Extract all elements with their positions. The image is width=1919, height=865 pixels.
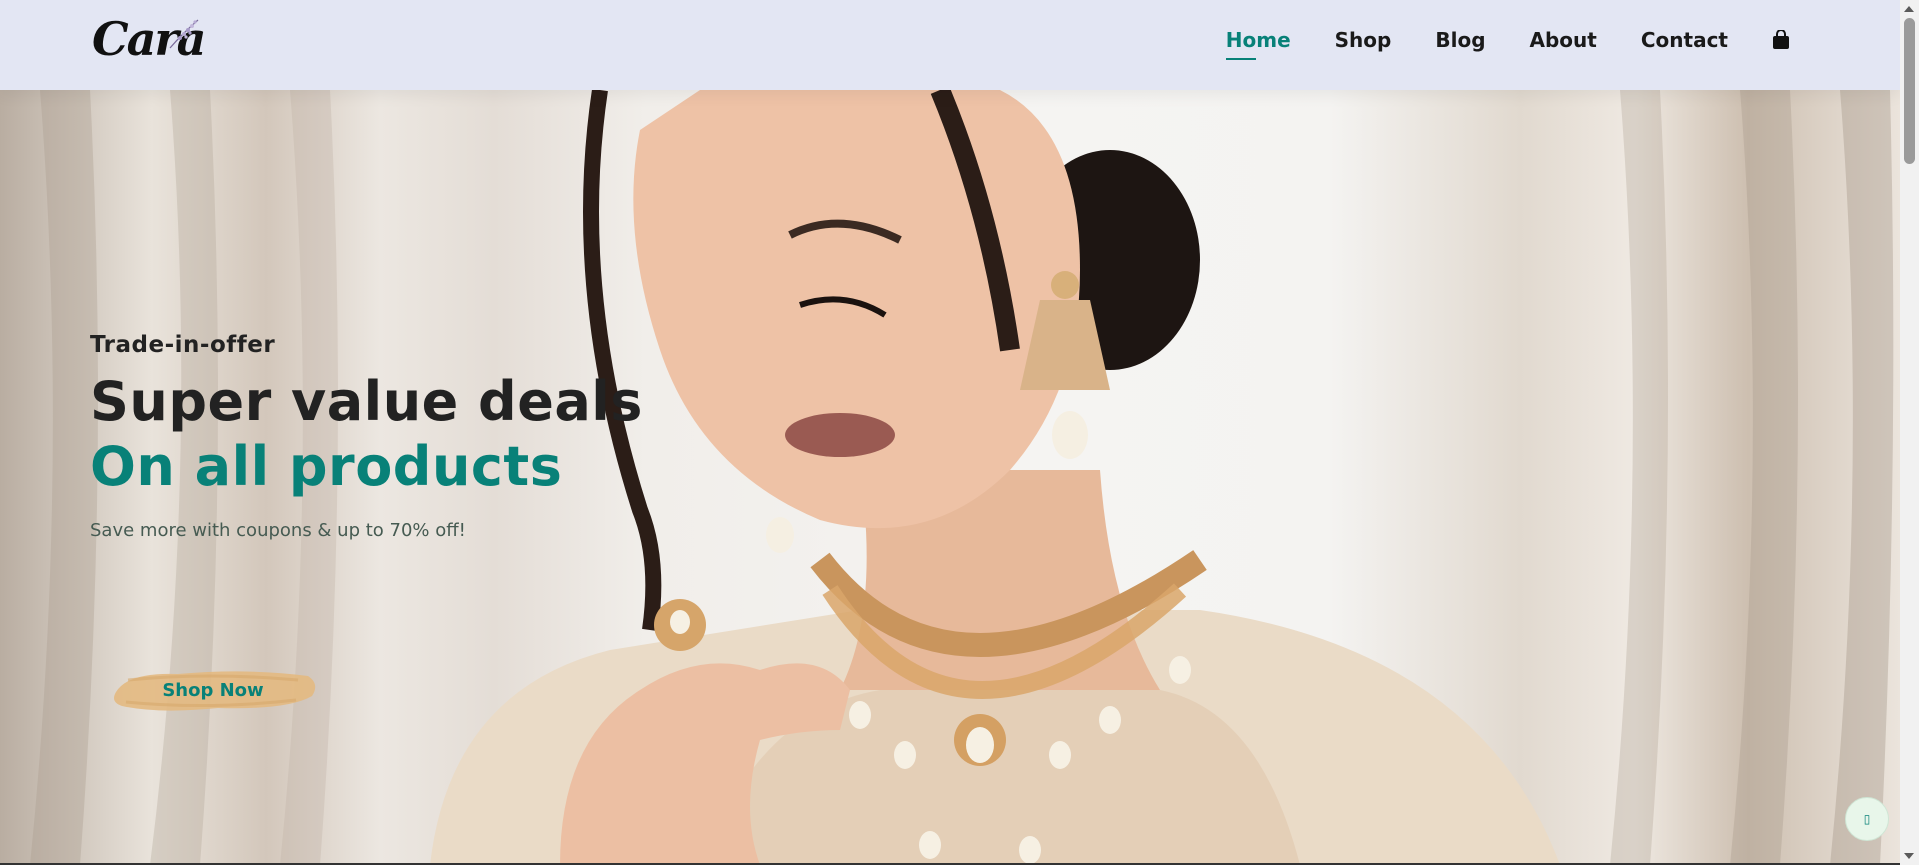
nav-about[interactable]: About (1508, 22, 1619, 58)
hero-section: Trade-in-offer Super value deals On all … (0, 90, 1900, 865)
hero-headline: Super value deals (90, 370, 643, 433)
main-nav: Home Shop Blog About Contact (1204, 22, 1790, 60)
hero-copy: Trade-in-offer Super value deals On all … (90, 332, 710, 711)
scroll-down-arrow-icon[interactable] (1904, 853, 1914, 859)
page-scrollbar[interactable] (1900, 0, 1919, 865)
hero-kicker: Trade-in-offer (90, 332, 276, 358)
shopping-bag-icon[interactable] (1772, 29, 1790, 50)
nav-contact[interactable]: Contact (1619, 22, 1750, 58)
shop-now-button[interactable]: Shop Now (108, 662, 318, 718)
nav-home[interactable]: Home (1204, 22, 1313, 60)
scroll-up-arrow-icon[interactable] (1904, 6, 1914, 12)
hero-subtext: Save more with coupons & up to 70% off! (90, 520, 466, 541)
site-header: Cara Home Shop Blog About Contact (0, 0, 1900, 90)
nav-shop[interactable]: Shop (1313, 22, 1414, 58)
lavender-sprig-icon (169, 19, 199, 49)
scrollbar-thumb[interactable] (1904, 18, 1915, 164)
nav-blog[interactable]: Blog (1413, 22, 1507, 58)
page: Cara Home Shop Blog About Contact Trade-… (0, 0, 1919, 865)
shop-now-label: Shop Now (162, 679, 264, 701)
hero-headline-accent: On all products (90, 435, 563, 498)
chat-icon[interactable]: ▯ (1845, 797, 1889, 841)
